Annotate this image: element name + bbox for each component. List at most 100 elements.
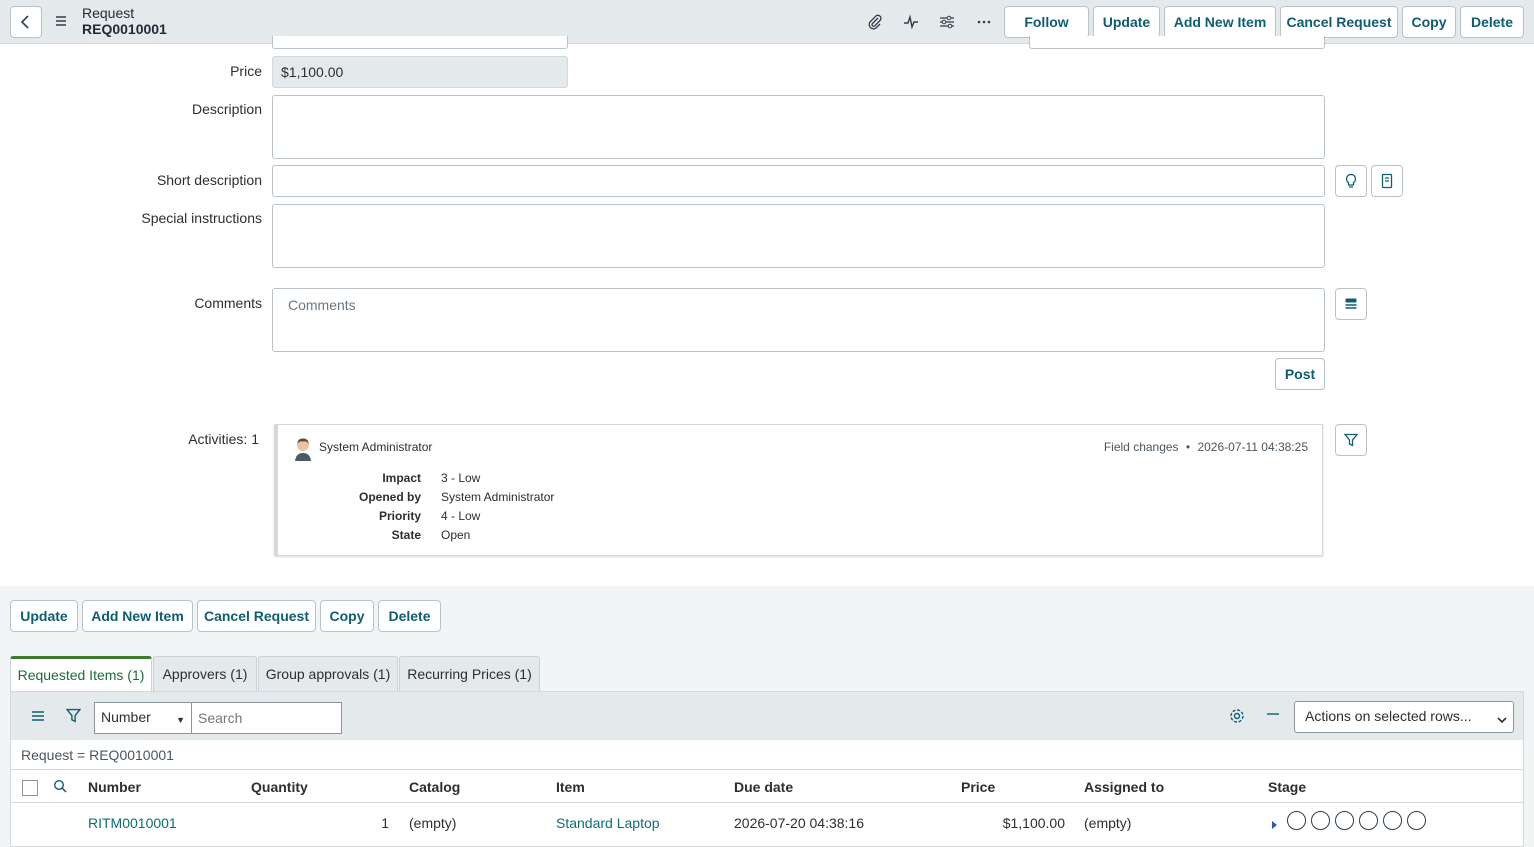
row-due-date: 2026-07-20 04:38:16 <box>734 815 864 831</box>
avatar <box>292 435 314 461</box>
activity-icon[interactable] <box>901 12 921 32</box>
update-button[interactable]: Update <box>1093 6 1160 38</box>
row-assigned-to: (empty) <box>1084 815 1132 831</box>
description-field[interactable] <box>272 95 1325 159</box>
field-value: 3 - Low <box>441 471 481 485</box>
menu-icon[interactable] <box>54 14 68 28</box>
breadcrumb[interactable]: Request = REQ0010001 <box>21 747 174 763</box>
suggestion-button[interactable] <box>1335 165 1367 197</box>
stage-step-icon <box>1383 811 1402 830</box>
stage-expand-icon[interactable] <box>1271 817 1278 833</box>
special-instructions-field[interactable] <box>272 204 1325 268</box>
cancel-request-button[interactable]: Cancel Request <box>1280 6 1398 38</box>
price-label: Price <box>230 63 262 79</box>
delete-button-bottom[interactable]: Delete <box>378 600 441 632</box>
column-header-catalog[interactable]: Catalog <box>409 779 460 795</box>
field-value: System Administrator <box>441 490 555 504</box>
select-all-checkbox[interactable] <box>22 780 38 796</box>
paperclip-icon[interactable] <box>865 12 885 32</box>
row-quantity: 1 <box>381 815 389 831</box>
column-header-number[interactable]: Number <box>88 779 141 795</box>
field-value: 4 - Low <box>441 509 481 523</box>
field-name: Impact <box>382 471 421 485</box>
record-title: Request REQ0010001 <box>82 5 167 37</box>
chevron-down-icon <box>1497 711 1507 727</box>
message-stack-icon <box>1345 298 1357 309</box>
search-field-value: Number <box>101 709 151 725</box>
special-instructions-label: Special instructions <box>141 210 262 226</box>
cancel-request-button-bottom[interactable]: Cancel Request <box>197 600 316 632</box>
activity-filter-button[interactable] <box>1335 424 1367 456</box>
delete-button[interactable]: Delete <box>1460 6 1524 38</box>
comments-placeholder: Comments <box>288 297 356 313</box>
sliders-icon[interactable] <box>937 12 957 32</box>
column-header-assigned-to[interactable]: Assigned to <box>1084 779 1164 795</box>
copy-button[interactable]: Copy <box>1402 6 1456 38</box>
add-new-item-button[interactable]: Add New Item <box>1164 6 1276 38</box>
column-header-item[interactable]: Item <box>556 779 585 795</box>
gear-icon[interactable] <box>1229 708 1245 727</box>
collapse-icon[interactable] <box>1266 707 1280 724</box>
row-catalog: (empty) <box>409 815 457 831</box>
add-new-item-button-bottom[interactable]: Add New Item <box>82 600 193 632</box>
comments-field[interactable]: Comments <box>272 288 1325 352</box>
chevron-left-icon <box>20 15 29 29</box>
stage-step-icon <box>1287 811 1306 830</box>
price-field: $1,100.00 <box>272 56 568 88</box>
back-button[interactable] <box>10 6 42 38</box>
follow-button[interactable]: Follow <box>1004 6 1089 38</box>
stage-step-icon <box>1359 811 1378 830</box>
field-name: Opened by <box>358 490 421 504</box>
row-price: $1,100.00 <box>1002 815 1065 831</box>
column-search-icon[interactable] <box>53 779 67 796</box>
activity-timestamp: 2026-07-11 04:38:25 <box>1197 440 1308 454</box>
list-menu-icon[interactable] <box>31 709 45 726</box>
activities-label: Activities: 1 <box>188 431 259 447</box>
stage-step-icon <box>1335 811 1354 830</box>
activity-type: Field changes <box>1103 440 1179 454</box>
actions-select[interactable]: Actions on selected rows... <box>1294 701 1514 733</box>
actions-select-value: Actions on selected rows... <box>1305 708 1472 724</box>
tab-recurring-prices[interactable]: Recurring Prices (1) <box>399 656 540 691</box>
partial-field-right[interactable] <box>1029 36 1325 49</box>
copy-button-bottom[interactable]: Copy <box>320 600 374 632</box>
list-toolbar: Number ▼ Actions on selected rows... <box>11 692 1523 740</box>
row-item-link[interactable]: Standard Laptop <box>556 815 660 831</box>
activity-user: System Administrator <box>319 440 433 454</box>
column-header-price[interactable]: Price <box>961 779 995 795</box>
record-number: REQ0010001 <box>82 21 167 37</box>
filter-icon <box>1344 433 1358 447</box>
column-header-quantity[interactable]: Quantity <box>251 779 308 795</box>
knowledge-button[interactable] <box>1371 165 1403 197</box>
column-header-stage[interactable]: Stage <box>1268 779 1306 795</box>
field-name: State <box>391 528 421 542</box>
row-number-link[interactable]: RITM0010001 <box>88 815 177 831</box>
stage-step-icon <box>1407 811 1426 830</box>
short-description-label: Short description <box>156 172 262 188</box>
tab-requested-items[interactable]: Requested Items (1) <box>10 656 152 691</box>
post-button[interactable]: Post <box>1275 358 1325 390</box>
short-description-field[interactable] <box>272 165 1325 197</box>
description-label: Description <box>191 101 262 117</box>
field-name: Priority <box>378 509 421 523</box>
partial-field-left[interactable] <box>272 36 568 49</box>
activity-separator: • <box>1185 440 1191 454</box>
comments-label: Comments <box>194 295 262 311</box>
related-lists-section: Update Add New Item Cancel Request Copy … <box>0 586 1534 847</box>
update-button-bottom[interactable]: Update <box>10 600 78 632</box>
column-header-due-date[interactable]: Due date <box>734 779 793 795</box>
record-type: Request <box>82 5 135 21</box>
caret-down-icon: ▼ <box>176 715 185 725</box>
lightbulb-icon <box>1345 173 1357 188</box>
filter-icon[interactable] <box>65 708 82 726</box>
search-input[interactable] <box>192 702 342 734</box>
activity-meta: Field changes • 2026-07-11 04:38:25 <box>1104 440 1308 454</box>
search-field-select[interactable]: Number ▼ <box>94 702 192 734</box>
stage-step-icon <box>1311 811 1330 830</box>
activity-entry: System Administrator Field changes • 202… <box>274 424 1323 556</box>
tab-group-approvals[interactable]: Group approvals (1) <box>258 656 398 691</box>
more-icon[interactable] <box>974 12 994 32</box>
tab-approvers[interactable]: Approvers (1) <box>153 656 257 691</box>
table-header: Number Quantity Catalog Item Due date Pr… <box>11 769 1523 803</box>
comment-options-button[interactable] <box>1335 288 1367 320</box>
